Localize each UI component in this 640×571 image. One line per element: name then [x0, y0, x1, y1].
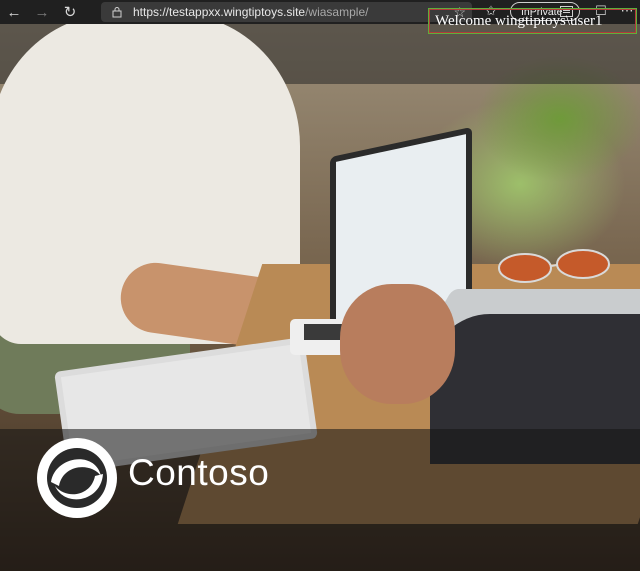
url-host: https://testappxx.wingtiptoys.site	[133, 5, 306, 19]
forward-arrow-icon[interactable]: →	[28, 0, 56, 24]
photo-hand	[340, 284, 455, 404]
refresh-icon[interactable]: ↻	[56, 0, 84, 24]
contoso-logo-icon	[37, 438, 117, 518]
photo-sunglasses	[498, 249, 610, 283]
lock-icon	[112, 7, 122, 18]
url-path: /wiasample/	[305, 5, 369, 19]
brand-name: Contoso	[128, 452, 270, 493]
address-bar[interactable]: https://testappxx.wingtiptoys.site/wiasa…	[101, 2, 472, 22]
welcome-message: Welcome wingtiptoys\user1	[428, 8, 637, 34]
back-arrow-icon[interactable]: ←	[0, 0, 28, 24]
url-text[interactable]: https://testappxx.wingtiptoys.site/wiasa…	[133, 5, 368, 19]
